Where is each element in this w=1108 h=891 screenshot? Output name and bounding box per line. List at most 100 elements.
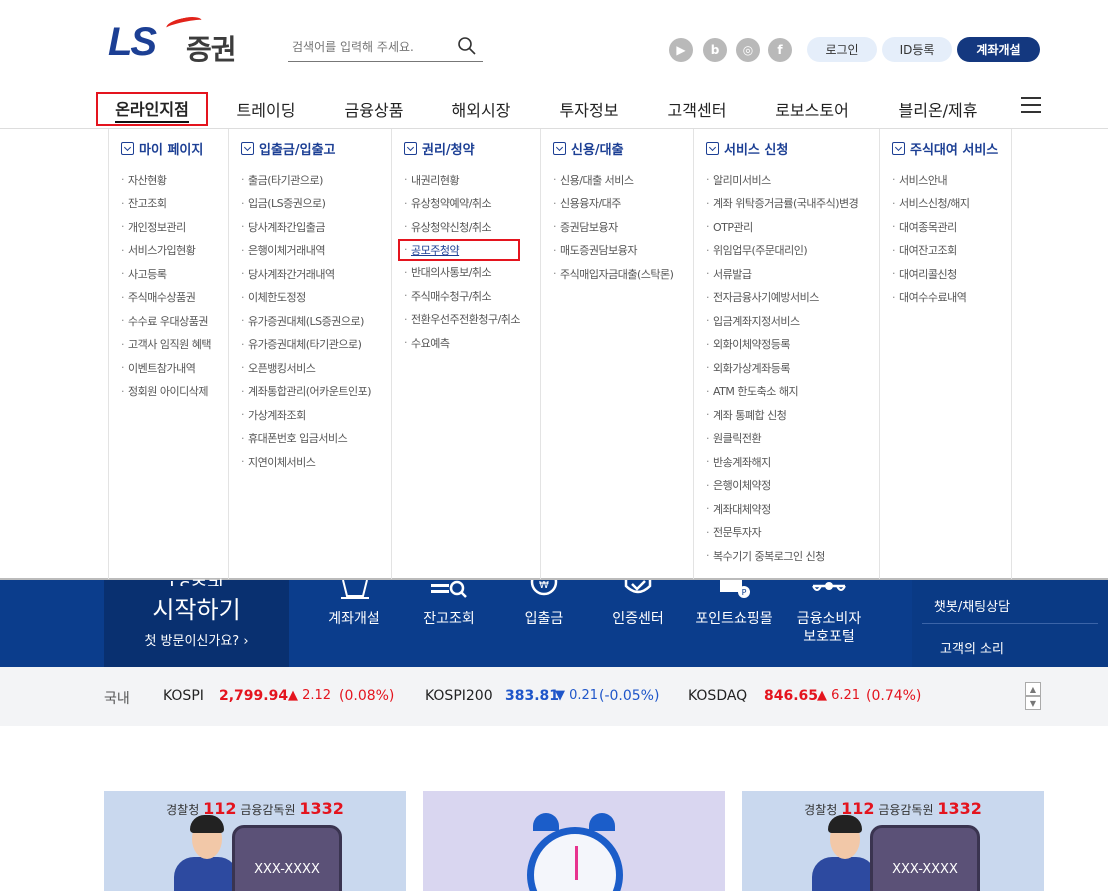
instagram-icon[interactable]: ◎ — [736, 38, 760, 62]
menu-title-transfer[interactable]: 입출금/입출고 — [241, 139, 336, 158]
menu-title-lending[interactable]: 주식대여 서비스 — [892, 139, 998, 158]
menu-item[interactable]: 대여리콜신청 — [892, 262, 970, 286]
first-visit-link[interactable]: 첫 방문이신가요? › — [104, 630, 289, 649]
menu-item[interactable]: 주식매수청구/취소 — [404, 284, 520, 308]
menu-item[interactable]: 원클릭전환 — [706, 427, 858, 451]
open-account-button[interactable]: 계좌개설 — [957, 37, 1040, 62]
nav-online-branch[interactable]: 온라인지점 — [96, 92, 208, 126]
menu-item[interactable]: 사고등록 — [121, 262, 211, 286]
menu-item[interactable]: 계좌대체약정 — [706, 497, 858, 521]
menu-title-rights[interactable]: 권리/청약 — [404, 139, 475, 158]
menu-item[interactable]: 주식매수상품권 — [121, 286, 211, 310]
menu-item[interactable]: 반송계좌해지 — [706, 450, 858, 474]
menu-item[interactable]: OTP관리 — [706, 215, 858, 239]
alarm-card[interactable] — [423, 791, 725, 891]
menu-item-ipo-subscription[interactable]: 공모주청약 — [398, 238, 521, 261]
menu-item[interactable]: 당사계좌간거래내역 — [241, 262, 371, 286]
menu-item[interactable]: 잔고조회 — [121, 192, 211, 216]
youtube-icon[interactable]: ▶ — [669, 38, 693, 62]
menu-item[interactable]: 이벤트참가내역 — [121, 356, 211, 380]
nav-bullion-partner[interactable]: 블리온/제휴 — [886, 92, 990, 126]
menu-item[interactable]: 이체한도정정 — [241, 286, 371, 310]
chevron-down-icon[interactable]: ▼ — [1025, 696, 1041, 710]
fraud-warning-card-2[interactable]: 경찰청 112 금융감독원 1332 XXX-XXXX — [742, 791, 1044, 891]
menu-item[interactable]: 내권리현황 — [404, 168, 520, 192]
menu-item[interactable]: 계좌통합관리(어카운트인포) — [241, 380, 372, 404]
nav-financial-products[interactable]: 금융상품 — [330, 92, 418, 126]
menu-item[interactable]: 매도증권담보융자 — [553, 239, 673, 263]
menu-item[interactable]: 고객사 임직원 혜택 — [121, 333, 211, 357]
menu-item[interactable]: 외화이체약정등록 — [706, 333, 858, 357]
menu-item[interactable]: 신용/대출 서비스 — [553, 168, 673, 192]
menu-item[interactable]: 휴대폰번호 입금서비스 — [241, 427, 371, 451]
menu-item[interactable]: 출금(타기관으로) — [241, 168, 371, 192]
menu-item[interactable]: 알리미서비스 — [706, 168, 858, 192]
menu-item[interactable]: 오픈뱅킹서비스 — [241, 356, 371, 380]
menu-item[interactable]: 은행이체거래내역 — [241, 239, 371, 263]
quick-certificate-center[interactable]: 인증센터 — [602, 610, 674, 628]
menu-item[interactable]: 대여잔고조회 — [892, 239, 970, 263]
menu-title-credit[interactable]: 신용/대출 — [553, 139, 624, 158]
menu-item[interactable]: 대여종목관리 — [892, 215, 970, 239]
menu-item[interactable]: 입금(LS증권으로) — [241, 192, 371, 216]
menu-item[interactable]: 은행이체약정 — [706, 474, 858, 498]
menu-item[interactable]: 서비스신청/해지 — [892, 192, 970, 216]
menu-item[interactable]: 전환우선주전환청구/취소 — [404, 308, 521, 332]
menu-item[interactable]: 개인정보관리 — [121, 215, 211, 239]
menu-item[interactable]: 외화가상계좌등록 — [706, 356, 858, 380]
menu-item[interactable]: 유상청약예약/취소 — [404, 192, 520, 216]
quick-point-shop[interactable]: 포인트쇼핑몰 — [688, 610, 780, 628]
login-button[interactable]: 로그인 — [807, 37, 877, 62]
menu-item[interactable]: 서류발급 — [706, 262, 858, 286]
svg-text:₩: ₩ — [539, 580, 549, 591]
nav-robo-store[interactable]: 로보스토어 — [764, 92, 860, 126]
fraud-warning-card-1[interactable]: 경찰청 112 금융감독원 1332 XXX-XXXX — [104, 791, 406, 891]
menu-item[interactable]: 서비스안내 — [892, 168, 970, 192]
menu-item[interactable]: 반대의사통보/취소 — [404, 261, 520, 285]
menu-item[interactable]: 자산현황 — [121, 168, 211, 192]
chevron-up-icon[interactable]: ▲ — [1025, 682, 1041, 696]
menu-title-my-page[interactable]: 마이 페이지 — [121, 139, 203, 158]
quick-account-open[interactable]: 계좌개설 — [318, 610, 390, 628]
menu-item[interactable]: 유상청약신청/취소 — [404, 215, 520, 239]
menu-item[interactable]: 전문투자자 — [706, 521, 858, 545]
menu-item[interactable]: 당사계좌간입출금 — [241, 215, 371, 239]
nav-trading[interactable]: 트레이딩 — [222, 92, 310, 126]
ls-securities-logo[interactable]: LS 증권 — [108, 14, 253, 66]
facebook-icon[interactable]: f — [768, 38, 792, 62]
menu-item[interactable]: 유가증권대체(타기관으로) — [241, 333, 371, 357]
menu-item[interactable]: 위임업무(주문대리인) — [706, 239, 858, 263]
menu-item[interactable]: 서비스가입현황 — [121, 239, 211, 263]
quick-balance-inquiry[interactable]: 잔고조회 — [413, 610, 485, 628]
blog-icon[interactable]: b — [703, 38, 727, 62]
menu-item[interactable]: 계좌 위탁증거금률(국내주식)변경 — [706, 192, 859, 216]
menu-item[interactable]: 증권담보융자 — [553, 215, 673, 239]
nav-investment-info[interactable]: 투자정보 — [545, 92, 633, 126]
nav-customer-center[interactable]: 고객센터 — [653, 92, 741, 126]
menu-item[interactable]: 가상계좌조회 — [241, 403, 371, 427]
id-register-button[interactable]: ID등록 — [882, 37, 952, 62]
nav-overseas-market[interactable]: 해외시장 — [437, 92, 525, 126]
quick-deposit-withdraw[interactable]: 입출금 — [508, 610, 580, 628]
menu-item[interactable]: 정회원 아이디삭제 — [121, 380, 211, 404]
menu-item[interactable]: 수요예측 — [404, 331, 520, 355]
menu-item[interactable]: ATM 한도축소 해지 — [706, 380, 858, 404]
menu-item[interactable]: 주식매입자금대출(스탁론) — [553, 262, 674, 286]
hamburger-menu-icon[interactable] — [1021, 97, 1041, 115]
customer-voice-link[interactable]: 고객의 소리 — [912, 638, 1032, 657]
menu-title-service[interactable]: 서비스 신청 — [706, 139, 788, 158]
search-icon[interactable] — [457, 36, 477, 56]
quick-consumer-protection[interactable]: 금융소비자 보호포털 — [785, 610, 873, 646]
search-input[interactable] — [292, 40, 452, 54]
menu-item[interactable]: 계좌 통폐합 신청 — [706, 403, 858, 427]
menu-item[interactable]: 수수료 우대상품권 — [121, 309, 211, 333]
menu-item[interactable]: 전자금융사기예방서비스 — [706, 286, 858, 310]
menu-item[interactable]: 대여수수료내역 — [892, 286, 970, 310]
menu-item[interactable]: 입금계좌지정서비스 — [706, 309, 858, 333]
chatbot-link[interactable]: 챗봇/채팅상담 — [912, 596, 1032, 615]
menu-item[interactable]: 지연이체서비스 — [241, 450, 371, 474]
getting-started-panel[interactable]: LS증권 시작하기 첫 방문이신가요? › — [104, 578, 289, 667]
menu-item[interactable]: 복수기기 중복로그인 신청 — [706, 544, 858, 568]
menu-item[interactable]: 신용융자/대주 — [553, 192, 673, 216]
menu-item[interactable]: 유가증권대체(LS증권으로) — [241, 309, 371, 333]
